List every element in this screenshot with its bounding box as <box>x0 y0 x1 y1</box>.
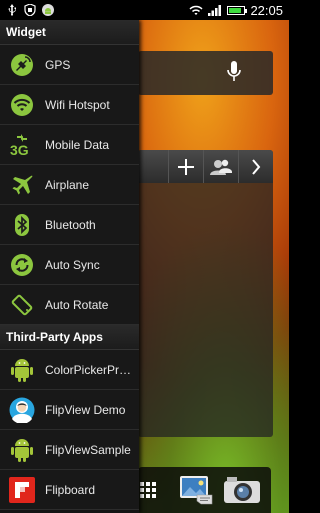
android-app-icon <box>9 437 35 463</box>
drawer-item-label: Flipboard <box>45 482 96 497</box>
drawer-item-auto-sync[interactable]: Auto Sync <box>0 245 139 285</box>
dock-bar <box>138 467 271 513</box>
signal-icon <box>208 5 222 16</box>
svg-text:3G: 3G <box>10 142 29 157</box>
chevron-right-icon[interactable] <box>238 150 273 183</box>
wifi-hotspot-icon <box>9 92 35 118</box>
drawer-item-label: GPS <box>45 57 71 72</box>
3g-icon: 3G <box>9 132 35 158</box>
sync-icon <box>9 252 35 278</box>
section-header-third-party: Third-Party Apps <box>0 325 139 350</box>
people-icon[interactable] <box>203 150 238 183</box>
wifi-icon <box>189 5 203 15</box>
drawer-item-flipboard[interactable]: Flipboard <box>0 470 139 510</box>
drawer-item-mobile-data[interactable]: 3G Mobile Data <box>0 125 139 165</box>
android-icon <box>42 4 54 16</box>
avatar-app-icon <box>9 397 35 423</box>
battery-icon <box>227 5 248 15</box>
microphone-icon[interactable] <box>227 61 241 83</box>
drawer-item-colorpicker[interactable]: ColorPickerPre… <box>0 350 139 390</box>
status-bar: 22:05 <box>0 0 289 20</box>
drawer-item-label: Auto Sync <box>45 257 100 272</box>
drawer-item-gps[interactable]: GPS <box>0 45 139 85</box>
drawer-item-bluetooth[interactable]: Bluetooth <box>0 205 139 245</box>
drawer-item-label: Auto Rotate <box>45 297 109 312</box>
section-header-widget: Widget <box>0 20 139 45</box>
drawer-item-flipview-demo[interactable]: FlipView Demo <box>0 390 139 430</box>
drawer-item-wifi-hotspot[interactable]: Wifi Hotspot <box>0 85 139 125</box>
security-icon <box>24 4 36 16</box>
contacts-widget-toolbar <box>138 150 273 183</box>
drawer-item-label: ColorPickerPre… <box>45 362 135 377</box>
quick-settings-drawer: Widget GPS Wifi Hotspot 3G Mobile Data A… <box>0 20 139 513</box>
drawer-item-label: FlipViewSample <box>45 442 131 457</box>
android-app-icon <box>9 357 35 383</box>
bluetooth-icon <box>9 212 35 238</box>
rotate-icon <box>9 292 35 318</box>
drawer-item-auto-rotate[interactable]: Auto Rotate <box>0 285 139 325</box>
status-clock: 22:05 <box>250 2 283 18</box>
contacts-widget <box>138 150 273 437</box>
airplane-icon <box>9 172 35 198</box>
drawer-item-flipview-sample[interactable]: FlipViewSample <box>0 430 139 470</box>
drawer-item-label: FlipView Demo <box>45 402 126 417</box>
usb-icon <box>8 4 16 16</box>
app-grid-icon[interactable] <box>138 472 158 508</box>
drawer-item-airplane[interactable]: Airplane <box>0 165 139 205</box>
camera-icon[interactable] <box>222 472 262 508</box>
gallery-icon[interactable] <box>178 472 214 508</box>
drawer-item-label: Bluetooth <box>45 217 96 232</box>
drawer-item-label: Mobile Data <box>45 137 110 152</box>
flipboard-icon <box>9 476 35 503</box>
google-search-widget[interactable] <box>138 51 273 95</box>
drawer-item-label: Wifi Hotspot <box>45 97 110 112</box>
drawer-item-label: Airplane <box>45 177 90 192</box>
add-icon[interactable] <box>168 150 203 183</box>
gps-icon <box>9 52 35 78</box>
